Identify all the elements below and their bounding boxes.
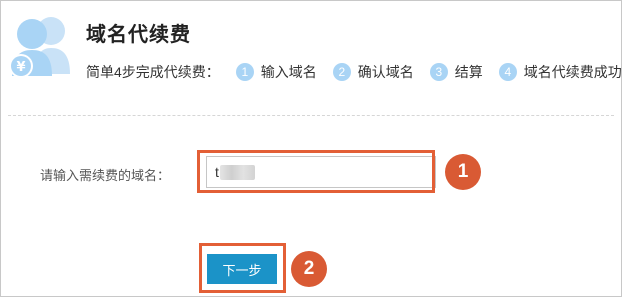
step-number: 1 (235, 63, 254, 81)
step-number: 4 (498, 63, 517, 81)
users-yen-icon: ¥ (9, 17, 70, 78)
step-label: 确认域名 (357, 64, 414, 80)
steps-bar: 简单4步完成代续费： 1 输入域名 2 确认域名 3 结算 4 域名代续费成功 (86, 62, 622, 82)
step-label: 域名代续费成功 (523, 64, 622, 80)
button-highlight-box (199, 243, 286, 293)
section-divider (8, 115, 614, 116)
steps-intro: 简单4步完成代续费： (86, 64, 220, 80)
step-2: 2 确认域名 (332, 62, 414, 82)
page-title: 域名代续费 (86, 24, 191, 46)
step-3: 3 结算 (429, 62, 483, 82)
domain-field-label: 请输入需续费的域名： (40, 168, 171, 183)
step-number: 2 (332, 63, 351, 81)
step-number: 3 (429, 63, 448, 81)
annotation-badge-1: 1 (445, 154, 481, 190)
svg-text:¥: ¥ (16, 60, 25, 75)
input-highlight-box (197, 150, 435, 193)
step-1: 1 输入域名 (235, 62, 317, 82)
step-label: 结算 (454, 64, 483, 80)
step-4: 4 域名代续费成功 (498, 62, 622, 82)
step-label: 输入域名 (260, 64, 317, 80)
annotation-badge-2: 2 (291, 251, 327, 287)
